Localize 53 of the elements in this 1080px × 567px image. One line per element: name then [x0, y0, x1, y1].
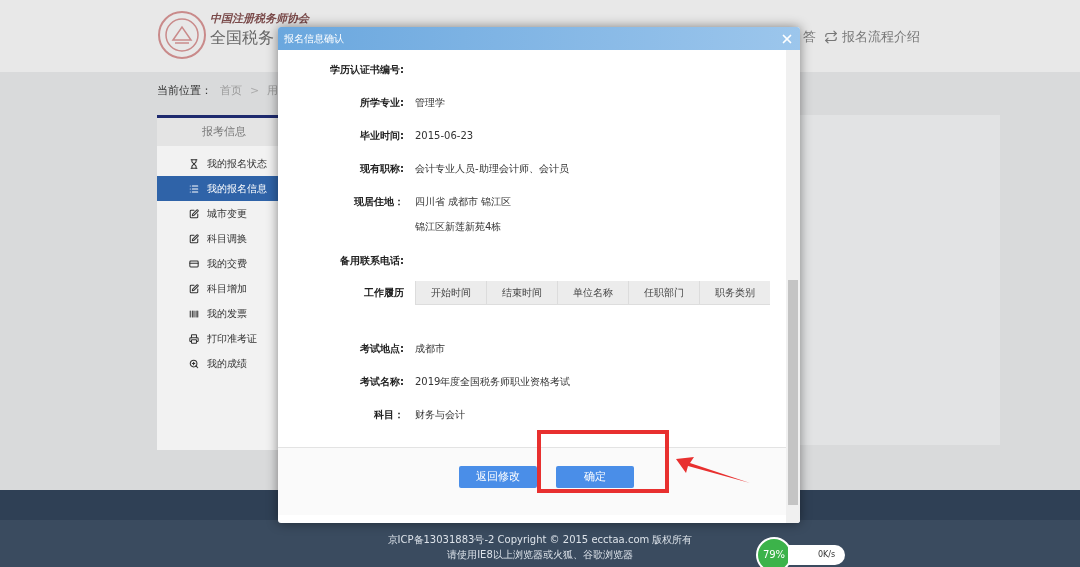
field-label: 毕业时间:: [359, 129, 404, 143]
edit-icon: [189, 233, 199, 244]
sidebar-item[interactable]: 我的报名状态: [157, 151, 290, 176]
zoom-icon: [189, 358, 199, 369]
field-label: 科目：: [373, 408, 404, 422]
field-label: 所学专业:: [359, 96, 404, 110]
sidebar-item[interactable]: 打印准考证: [157, 326, 290, 351]
field-label: 学历认证书编号:: [329, 63, 404, 77]
field-label: 现有职称:: [359, 162, 404, 176]
sidebar-item[interactable]: 城市变更: [157, 201, 290, 226]
sidebar-item[interactable]: 我的交费: [157, 251, 290, 276]
table-header-cell: 单位名称: [557, 281, 628, 304]
nav-link[interactable]: 答: [803, 27, 816, 47]
field-label: 考试名称:: [359, 375, 404, 389]
list-icon: [189, 183, 199, 194]
sidebar-title: 报考信息: [201, 123, 246, 140]
edit-icon: [189, 208, 199, 219]
field-value: 四川省 成都市 锦江区: [415, 195, 512, 209]
nav-link[interactable]: 报名流程介绍: [824, 27, 920, 47]
table-header-cell: 结束时间: [486, 281, 557, 304]
field-value: 锦江区新莲新苑4栋: [415, 220, 503, 234]
table-header-cell: 开始时间: [415, 281, 486, 304]
card-icon: [189, 258, 199, 269]
logo-calligraphy: 中国注册税务师协会: [210, 11, 309, 25]
bars-icon: [189, 308, 199, 319]
dialog-title: 报名信息确认: [284, 32, 344, 46]
breadcrumb-separator: >: [250, 82, 260, 99]
field-value: 会计专业人员-助理会计师、会计员: [415, 162, 569, 176]
logo-title: 全国税务: [210, 27, 274, 49]
sidebar-item[interactable]: 科目增加: [157, 276, 290, 301]
field-value: 2015-06-23: [415, 129, 474, 143]
field-value: 成都市: [414, 342, 445, 356]
field-value: 管理学: [415, 96, 445, 110]
table-header-cell: 职务类别: [699, 281, 770, 304]
loop-icon: [824, 29, 838, 44]
seal-logo-icon: [157, 10, 207, 60]
field-label: 考试地点:: [359, 342, 404, 356]
field-value: 财务与会计: [414, 408, 465, 422]
footer-text: 请使用IE8以上浏览器或火狐、谷歌浏览器: [447, 548, 633, 562]
field-value: 2019年度全国税务师职业资格考试: [414, 375, 571, 389]
field-label: 现居住地：: [353, 195, 404, 209]
work-history-label: 工作履历: [363, 286, 404, 300]
sidebar-item[interactable]: 我的成绩: [157, 351, 290, 376]
speed-readout: 0K/s: [788, 545, 846, 565]
table-header-cell: 任职部门: [628, 281, 699, 304]
breadcrumb-label: 当前位置：: [157, 82, 212, 99]
sidebar-item[interactable]: 我的发票: [157, 301, 290, 326]
hourglass-icon: [189, 158, 199, 169]
sidebar-item[interactable]: 科目调换: [157, 226, 290, 251]
footer-text: 京ICP备13031883号-2 Copyright © 2015 ecctaa.com 版权所有: [387, 533, 693, 547]
edit-icon: [189, 283, 199, 294]
field-label: 备用联系电话:: [339, 254, 404, 268]
printer-icon: [189, 333, 199, 344]
